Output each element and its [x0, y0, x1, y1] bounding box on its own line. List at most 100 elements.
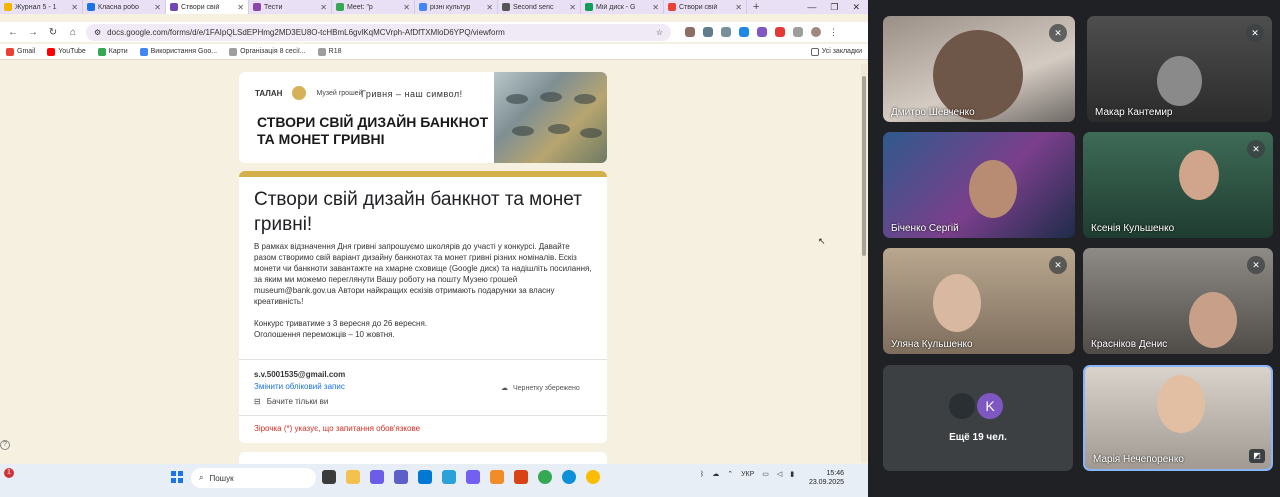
extension-icon[interactable]: [685, 27, 695, 37]
mail-icon[interactable]: [418, 470, 432, 484]
taskbar-search[interactable]: ⌕ Пошук: [191, 468, 316, 488]
address-bar[interactable]: ⚙ docs.google.com/forms/d/e/1FAIpQLSdEPH…: [86, 23, 671, 41]
tab-favicon: [87, 3, 95, 11]
banner-headline: СТВОРИ СВІЙ ДИЗАЙН БАНКНОТ ТА МОНЕТ ГРИВ…: [257, 114, 489, 147]
page-scrollbar[interactable]: [861, 64, 867, 462]
close-icon[interactable]: ✕: [652, 3, 659, 12]
all-bookmarks[interactable]: Усі закладки: [810, 47, 862, 56]
tab-forms-active[interactable]: Створи свій ✕: [166, 0, 249, 14]
copilot-icon[interactable]: [370, 470, 384, 484]
window-controls: — ❐ ✕: [807, 2, 868, 13]
switch-account-link[interactable]: Змінити обліковий запис: [254, 382, 345, 391]
mic-off-icon: ✕: [1049, 24, 1067, 42]
close-icon[interactable]: ✕: [486, 3, 493, 12]
participant-video: [933, 274, 981, 332]
chrome-icon[interactable]: [538, 470, 552, 484]
extension-icon[interactable]: [757, 27, 767, 37]
divider: [239, 415, 607, 416]
close-window-icon[interactable]: ✕: [852, 2, 860, 13]
pin-icon[interactable]: ◩: [1249, 449, 1265, 463]
task-view-icon[interactable]: [322, 470, 336, 484]
others-tile[interactable]: K Ещё 19 чел.: [883, 365, 1073, 471]
minimize-icon[interactable]: —: [807, 2, 816, 13]
tab-cultures[interactable]: різні культур ✕: [415, 0, 498, 14]
start-windows-icon[interactable]: [171, 471, 183, 483]
participant-name: Марія Нечепоренко: [1093, 454, 1184, 465]
participant-video: [1157, 56, 1202, 106]
puzzle-icon[interactable]: [793, 27, 803, 37]
description-winners: Оголошення переможців – 10 жовтня.: [254, 330, 395, 339]
new-tab-button[interactable]: +: [747, 1, 765, 13]
tab-favicon: [585, 3, 593, 11]
required-note: Зірочка (*) указує, що запитання обов'яз…: [254, 424, 421, 433]
close-icon[interactable]: ✕: [154, 3, 161, 12]
network-icon[interactable]: ▭: [762, 470, 769, 478]
tab-meet[interactable]: Meet: "р ✕: [332, 0, 415, 14]
tab-journal[interactable]: Журнал 5 - 1 ✕: [0, 0, 83, 14]
extension-icon[interactable]: [721, 27, 731, 37]
close-icon[interactable]: ✕: [569, 3, 576, 12]
bookmark-star-icon[interactable]: ☆: [656, 28, 663, 37]
language-indicator[interactable]: УКР: [741, 471, 754, 478]
vlc-icon[interactable]: [490, 470, 504, 484]
participant-tile[interactable]: Бiченко Сергій: [883, 132, 1075, 238]
chevron-up-icon[interactable]: ⌃: [727, 470, 733, 478]
tab-favicon: [336, 3, 344, 11]
participant-tile[interactable]: ✕ Ксенія Кульшенко: [1083, 132, 1273, 238]
bookmark-organization[interactable]: Організація 8 сесії...: [229, 47, 306, 56]
close-icon[interactable]: ✕: [320, 3, 327, 12]
media-icon[interactable]: [514, 470, 528, 484]
site-info-icon[interactable]: ⚙: [94, 28, 101, 37]
browser-window: Журнал 5 - 1 ✕ Класна робо ✕ Створи свій ✕ …: [0, 0, 868, 466]
extension-icon[interactable]: [703, 27, 713, 37]
close-icon[interactable]: ✕: [71, 3, 78, 12]
onedrive-icon[interactable]: ☁: [712, 470, 719, 478]
chrome-profile-icon[interactable]: [586, 470, 600, 484]
viber-icon[interactable]: [466, 470, 480, 484]
bookmark-maps[interactable]: Карти: [97, 47, 128, 56]
close-icon[interactable]: ✕: [735, 3, 742, 12]
mic-off-icon: ✕: [1246, 24, 1264, 42]
menu-icon[interactable]: ⋮: [829, 27, 839, 37]
volume-icon[interactable]: ◁: [777, 470, 782, 478]
scroll-thumb[interactable]: [862, 76, 866, 256]
others-count: Ещё 19 чел.: [949, 432, 1007, 443]
tab-strip: Журнал 5 - 1 ✕ Класна робо ✕ Створи свій ✕ …: [0, 0, 868, 14]
file-explorer-icon[interactable]: [346, 470, 360, 484]
edge-icon[interactable]: [562, 470, 576, 484]
close-icon[interactable]: ✕: [237, 3, 244, 12]
teams-icon[interactable]: [394, 470, 408, 484]
tab-favicon: [170, 3, 178, 11]
extension-icon[interactable]: [739, 27, 749, 37]
tab-gmail-forms[interactable]: Створи свій ✕: [664, 0, 747, 14]
participant-tile[interactable]: ✕ Красніков Денис: [1083, 248, 1273, 354]
home-icon[interactable]: ⌂: [66, 27, 80, 38]
restore-icon[interactable]: ❐: [830, 2, 838, 13]
bluetooth-icon[interactable]: ᛒ: [700, 471, 704, 478]
help-icon[interactable]: ?: [0, 440, 10, 450]
participant-tile[interactable]: ✕ Макар Кантемир: [1087, 16, 1272, 122]
browser-toolbar: ← → ↻ ⌂ ⚙ docs.google.com/forms/d/e/1FAI…: [0, 22, 868, 42]
bookmark-usage[interactable]: Використання Goo...: [139, 47, 217, 56]
battery-icon[interactable]: ▮: [790, 470, 794, 478]
tab-second-series[interactable]: Second seric ✕: [498, 0, 581, 14]
tab-drive[interactable]: Мій диск - G ✕: [581, 0, 664, 14]
participant-tile[interactable]: ✕ Дмитро Шевченко: [883, 16, 1075, 122]
forward-icon[interactable]: →: [26, 27, 40, 38]
participant-tile[interactable]: ✕ Уляна Кульшенко: [883, 248, 1075, 354]
doc-icon: [139, 47, 148, 56]
extension-icon[interactable]: [775, 27, 785, 37]
bookmark-youtube[interactable]: YouTube: [47, 47, 86, 56]
profile-avatar[interactable]: [811, 27, 821, 37]
reload-icon[interactable]: ↻: [46, 27, 60, 38]
notification-badge[interactable]: 1: [4, 468, 14, 478]
clock[interactable]: 15:46 23.09.2025: [806, 469, 844, 487]
telegram-icon[interactable]: [442, 470, 456, 484]
bookmark-r18[interactable]: R18: [317, 47, 341, 56]
close-icon[interactable]: ✕: [403, 3, 410, 12]
back-icon[interactable]: ←: [6, 27, 20, 38]
participant-tile[interactable]: Марія Нечепоренко ◩: [1083, 365, 1273, 471]
tab-classroom[interactable]: Класна робо ✕: [83, 0, 166, 14]
tab-tests[interactable]: Тести ✕: [249, 0, 332, 14]
bookmark-gmail[interactable]: Gmail: [6, 47, 35, 56]
